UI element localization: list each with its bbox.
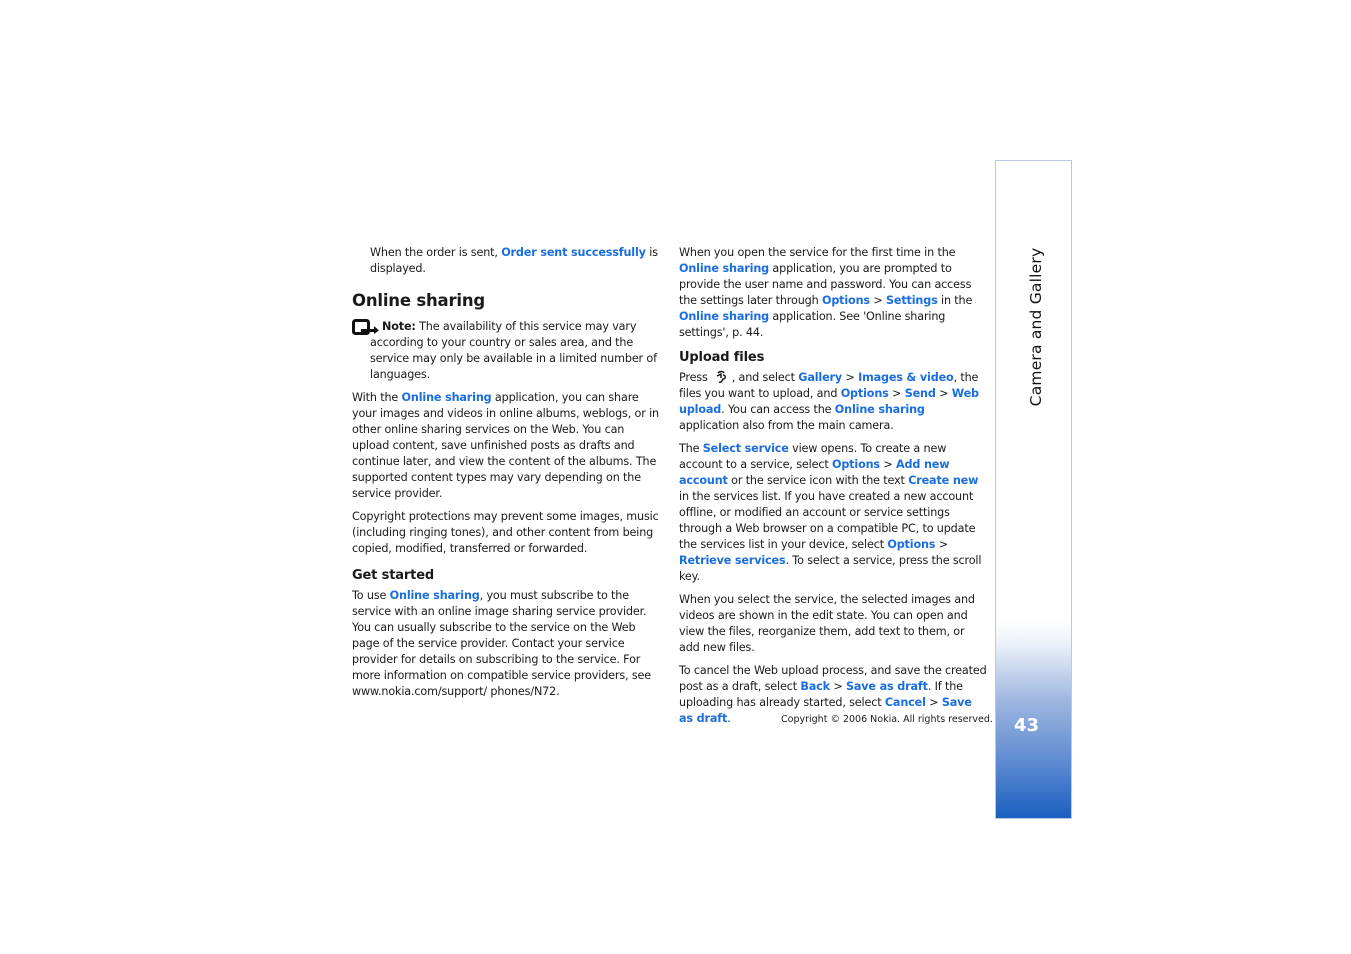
online-sharing-link: Online sharing [679, 262, 769, 275]
images-video-link: Images & video [858, 371, 954, 384]
intro-paragraph: With the Online sharing application, you… [352, 391, 659, 500]
section-title: Online sharing [352, 291, 486, 310]
gallery-link: Gallery [798, 371, 843, 384]
options-link: Options [831, 458, 880, 471]
order-sent-link: Order sent successfully [501, 246, 646, 259]
settings-link: Settings [885, 294, 938, 307]
send-link: Send [904, 387, 936, 400]
get-started-paragraph: To use Online sharing, you must subscrib… [352, 589, 651, 698]
menu-key-icon [716, 370, 726, 383]
online-sharing-link: Online sharing [834, 403, 925, 416]
back-link: Back [800, 680, 830, 693]
online-sharing-link: Online sharing [679, 310, 769, 323]
save-as-draft-link: Save as draft [845, 680, 928, 693]
chapter-title: Camera and Gallery [1027, 247, 1045, 406]
options-link: Options [821, 294, 870, 307]
get-started-heading: Get started [352, 568, 435, 583]
retrieve-services-link: Retrieve services [679, 554, 786, 567]
order-sent-paragraph: When the order is sent, Order sent succe… [370, 246, 658, 275]
select-service-paragraph: The Select service view opens. To create… [679, 442, 982, 583]
edit-state-paragraph: When you select the service, the selecte… [679, 593, 975, 654]
page-number: 43 [1014, 715, 1040, 736]
upload-files-heading: Upload files [679, 350, 765, 365]
cancel-link: Cancel [884, 696, 926, 709]
copyright-footer: Copyright © 2006 Nokia. All rights reser… [781, 714, 993, 725]
chapter-side-tab: Camera and Gallery 43 [995, 160, 1072, 819]
create-new-link: Create new [908, 474, 979, 487]
right-column: When you open the service for the first … [679, 245, 987, 734]
note-icon [352, 319, 379, 335]
note-block: Note: The availability of this service m… [352, 319, 664, 383]
select-service-link: Select service [702, 442, 789, 455]
copyright-paragraph: Copyright protections may prevent some i… [352, 510, 659, 555]
online-sharing-link: Online sharing [401, 391, 492, 404]
left-column: When the order is sent, Order sent succe… [352, 245, 664, 707]
online-sharing-link: Online sharing [389, 589, 480, 602]
first-time-paragraph: When you open the service for the first … [679, 246, 973, 339]
options-link: Options [887, 538, 936, 551]
options-link: Options [840, 387, 889, 400]
note-label: Note: [382, 320, 416, 333]
upload-paragraph: Press, and select Gallery > Images & vid… [679, 370, 979, 432]
